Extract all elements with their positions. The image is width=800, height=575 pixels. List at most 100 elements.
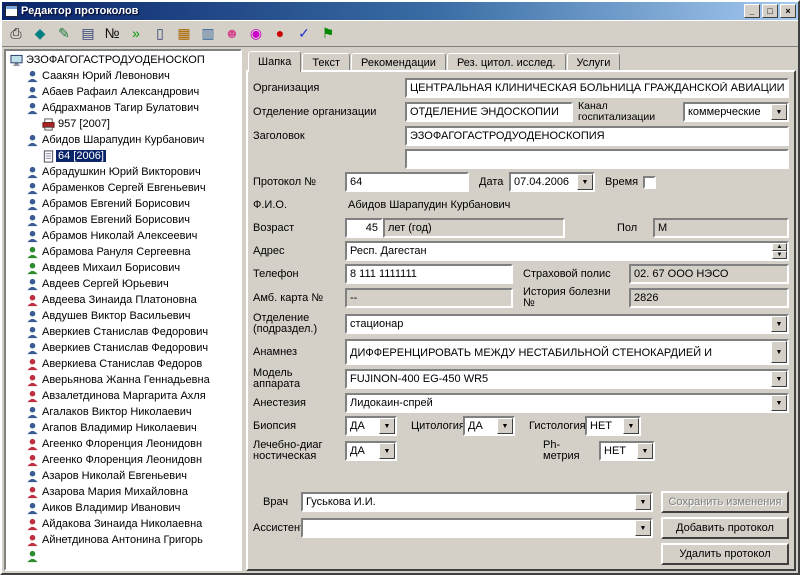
tree-item[interactable]: Саакян Юрий Левонович xyxy=(6,68,240,84)
chevron-down-icon[interactable]: ▼ xyxy=(637,443,653,459)
edit-note-icon[interactable]: ✎ xyxy=(53,23,75,44)
record-icon[interactable]: ● xyxy=(269,23,291,44)
delete-protocol-button[interactable]: Удалить протокол xyxy=(661,543,789,565)
tree-item[interactable]: Абраменков Сергей Евгеньевич xyxy=(6,180,240,196)
chevron-down-icon[interactable]: ▼ xyxy=(771,395,787,411)
tree-item[interactable]: Абрамов Евгений Борисович xyxy=(6,212,240,228)
chevron-down-icon[interactable]: ▼ xyxy=(635,494,651,510)
scroll-up-icon[interactable]: ▲ xyxy=(772,243,787,251)
tree-item[interactable]: Абрадушкин Юрий Викторович xyxy=(6,164,240,180)
tree-item[interactable]: Аверкиев Станислав Федорович xyxy=(6,340,240,356)
tree-item[interactable]: Азаров Николай Евгеньевич xyxy=(6,468,240,484)
minimize-button[interactable]: _ xyxy=(744,4,760,18)
protocol-number-input[interactable] xyxy=(345,172,469,192)
flag-icon[interactable]: ⚑ xyxy=(317,23,339,44)
chevron-down-icon[interactable]: ▼ xyxy=(379,443,395,459)
titlebar[interactable]: Редактор протоколов _ □ × xyxy=(2,2,798,20)
save-icon[interactable]: ◆ xyxy=(29,23,51,44)
tree-item[interactable]: Абаев Рафаил Александрович xyxy=(6,84,240,100)
anamnesis-combo[interactable]: ДИФФЕРЕНЦИРОВАТЬ МЕЖДУ НЕСТАБИЛЬНОЙ СТЕН… xyxy=(345,339,789,365)
add-protocol-button[interactable]: Добавить протокол xyxy=(661,517,789,539)
phone-input[interactable] xyxy=(345,264,513,284)
tree-item[interactable]: Айдакова Зинаида Николаевна xyxy=(6,516,240,532)
address-field[interactable]: Респ. Дагестан ▲ ▼ xyxy=(345,241,789,261)
scroll-down-icon[interactable]: ▼ xyxy=(772,251,787,259)
org-input[interactable] xyxy=(405,78,789,98)
therapeutic-label: Лечебно-диаг ностическая xyxy=(253,440,345,462)
tab-shapka[interactable]: Шапка xyxy=(248,51,301,72)
table-icon[interactable]: ▦ xyxy=(173,23,195,44)
tree-item[interactable]: 957 [2007] xyxy=(6,116,240,132)
forward-icon[interactable]: » xyxy=(125,23,147,44)
chevron-down-icon[interactable]: ▼ xyxy=(379,418,395,434)
cytology-combo[interactable]: ДА ▼ xyxy=(463,416,515,436)
tab-rekomendacii[interactable]: Рекомендации xyxy=(351,53,446,71)
tab-tekst[interactable]: Текст xyxy=(302,53,350,71)
tree-item[interactable]: Абидов Шарапудин Курбанович xyxy=(6,132,240,148)
tree-item[interactable]: Аиков Владимир Иванович xyxy=(6,500,240,516)
tree-item[interactable]: Абрамов Евгений Борисович xyxy=(6,196,240,212)
header-input-2[interactable] xyxy=(405,149,789,169)
tree-item[interactable]: Абрамова Рануля Сергеевна xyxy=(6,244,240,260)
tree-item[interactable]: Айнетдинова Антонина Григорь xyxy=(6,532,240,548)
tree-item[interactable]: Авзалетдинова Маргарита Ахля xyxy=(6,388,240,404)
time-checkbox[interactable] xyxy=(643,176,656,189)
print-icon[interactable]: ⎙ xyxy=(5,23,27,44)
chevron-down-icon[interactable]: ▼ xyxy=(497,418,513,434)
tree-item[interactable]: Аверкиева Станислав Федоров xyxy=(6,356,240,372)
subdept-combo[interactable]: стационар ▼ xyxy=(345,314,789,334)
channel-combo[interactable]: коммерческие ▼ xyxy=(683,102,789,122)
number-icon[interactable]: № xyxy=(101,23,123,44)
therapeutic-combo[interactable]: ДА ▼ xyxy=(345,441,397,461)
save-changes-button[interactable]: Сохранить изменения xyxy=(661,491,789,513)
tree-item[interactable]: Авдушев Виктор Васильевич xyxy=(6,308,240,324)
tab-uslugi[interactable]: Услуги xyxy=(567,53,621,71)
tree-item[interactable]: Агеенко Флоренция Леонидовн xyxy=(6,452,240,468)
tree-item[interactable]: 64 [2006] xyxy=(6,148,240,164)
chevron-down-icon[interactable]: ▼ xyxy=(771,104,787,120)
doctor-combo[interactable]: Гуськова И.И. ▼ xyxy=(301,492,653,512)
tree-item[interactable]: Абдрахманов Тагир Булатович xyxy=(6,100,240,116)
chevron-down-icon[interactable]: ▼ xyxy=(577,174,593,190)
users-icon[interactable]: ☻ xyxy=(221,23,243,44)
tree-item[interactable]: Аверьянова Жанна Геннадьевна xyxy=(6,372,240,388)
notepad-icon[interactable]: ▤ xyxy=(77,23,99,44)
tree-item[interactable]: Абрамов Николай Алексеевич xyxy=(6,228,240,244)
chevron-down-icon[interactable]: ▼ xyxy=(771,371,787,387)
person-icon xyxy=(25,70,40,83)
tab-rez-citol-issled[interactable]: Рез. цитол. исслед. xyxy=(447,53,566,71)
chevron-down-icon[interactable]: ▼ xyxy=(771,316,787,332)
close-button[interactable]: × xyxy=(780,4,796,18)
tree-item[interactable] xyxy=(6,548,240,564)
chevron-down-icon[interactable]: ▼ xyxy=(635,520,651,536)
biopsy-combo[interactable]: ДА ▼ xyxy=(345,416,397,436)
tree-item[interactable]: Агеенко Флоренция Леонидовн xyxy=(6,436,240,452)
grid-icon[interactable]: ▥ xyxy=(197,23,219,44)
dept-input[interactable] xyxy=(405,102,573,122)
chevron-down-icon[interactable]: ▼ xyxy=(771,341,787,363)
assistant-combo[interactable]: ▼ xyxy=(301,518,653,538)
patient-tree[interactable]: ЭЗОФАГОГАСТРОДУОДЕНОСКОПСаакян Юрий Лево… xyxy=(4,49,242,571)
tree-item[interactable]: Азарова Мария Михайловна xyxy=(6,484,240,500)
histology-combo[interactable]: НЕТ ▼ xyxy=(585,416,641,436)
paint-icon[interactable]: ◉ xyxy=(245,23,267,44)
anesthesia-combo[interactable]: Лидокаин-спрей ▼ xyxy=(345,393,789,413)
ph-combo[interactable]: НЕТ ▼ xyxy=(599,441,655,461)
age-input[interactable] xyxy=(345,218,383,238)
tree-item[interactable]: Агапов Владимир Николаевич xyxy=(6,420,240,436)
tree-item[interactable]: Аверкиев Станислав Федорович xyxy=(6,324,240,340)
header-input[interactable] xyxy=(405,126,789,146)
tree-item[interactable]: Авдеев Михаил Борисович xyxy=(6,260,240,276)
tree-item[interactable]: Авдеев Сергей Юрьевич xyxy=(6,276,240,292)
tree-item[interactable]: ЭЗОФАГОГАСТРОДУОДЕНОСКОП xyxy=(6,52,240,68)
document-icon[interactable]: ▯ xyxy=(149,23,171,44)
date-combo[interactable]: 07.04.2006 ▼ xyxy=(509,172,595,192)
chevron-down-icon[interactable]: ▼ xyxy=(623,418,639,434)
tree-item[interactable]: Агалаков Виктор Николаевич xyxy=(6,404,240,420)
person-icon xyxy=(25,214,40,227)
sex-field[interactable]: М xyxy=(653,218,789,238)
check-icon[interactable]: ✓ xyxy=(293,23,315,44)
device-combo[interactable]: FUJINON-400 EG-450 WR5 ▼ xyxy=(345,369,789,389)
maximize-button[interactable]: □ xyxy=(762,4,778,18)
tree-item[interactable]: Авдеева Зинаида Платоновна xyxy=(6,292,240,308)
